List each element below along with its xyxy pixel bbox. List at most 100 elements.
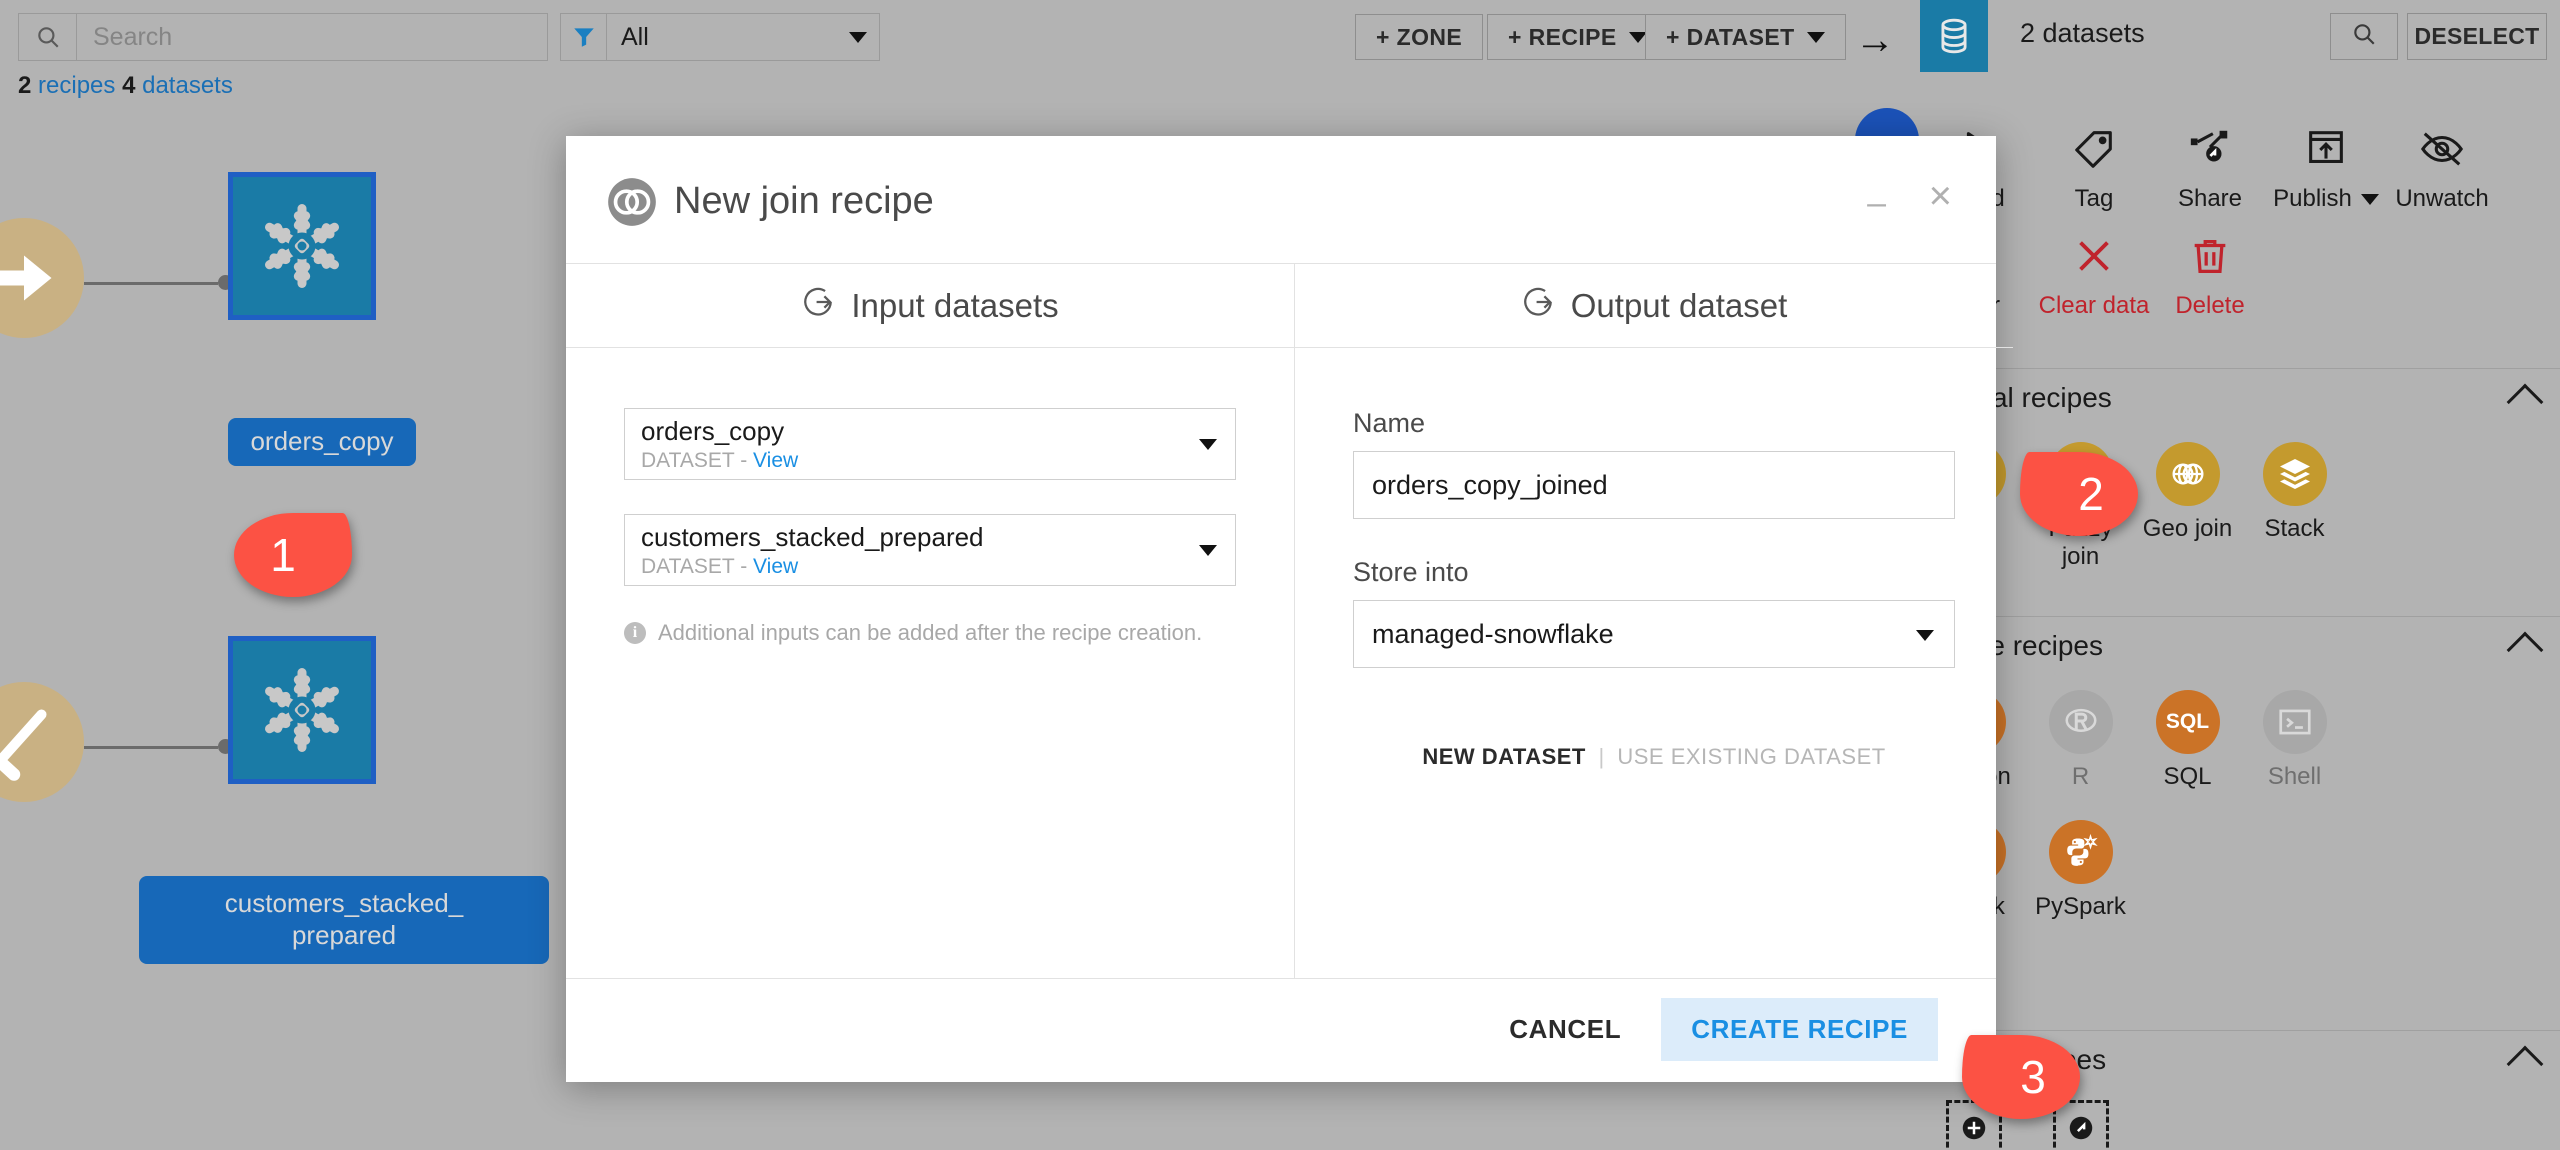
info-icon: i: [624, 622, 646, 644]
modal-footer: CANCEL CREATE RECIPE: [566, 978, 1996, 1080]
datasets-count-label[interactable]: datasets: [142, 72, 233, 99]
arrow-into-circle-icon: [801, 285, 835, 327]
action-label: Tag: [2074, 185, 2114, 212]
filter-box[interactable]: All: [560, 13, 880, 61]
section-header-code-recipes[interactable]: Code recipes: [1920, 616, 2560, 674]
chevron-up-icon[interactable]: [2506, 383, 2544, 421]
action-share[interactable]: Share: [2152, 112, 2268, 219]
output-pane-content: Name Store into managed-snowflake NEW DA…: [1295, 348, 2013, 770]
flow-counts: 2 recipes 4 datasets: [18, 72, 233, 100]
datasets-count: 4: [122, 72, 136, 99]
recipe-node-prepare[interactable]: [0, 682, 84, 802]
step-marker-number: 3: [2020, 1051, 2046, 1103]
arrow-right-icon[interactable]: →: [1855, 20, 1895, 60]
search-icon: [19, 14, 77, 60]
filter-select[interactable]: All: [607, 14, 879, 60]
shell-terminal-icon: [2262, 690, 2327, 754]
recipe-sql[interactable]: SQL SQL: [2134, 680, 2241, 799]
step-marker-number: 2: [2078, 468, 2104, 520]
input-dataset-select-1[interactable]: orders_copy DATASET - View: [624, 408, 1236, 480]
section-header-visual-recipes[interactable]: Visual recipes: [1920, 368, 2560, 426]
output-name-label: Name: [1353, 408, 1426, 438]
deselect-label: DESELECT: [2414, 23, 2540, 49]
database-icon: [1920, 0, 1988, 72]
right-actions-panel: 2 datasets DESELECT Build: [1920, 0, 2560, 1150]
recipe-r[interactable]: R: [2027, 680, 2134, 799]
r-lang-icon: [2048, 690, 2113, 754]
recipe-node-sync[interactable]: [0, 218, 84, 338]
recipe-label: R: [2071, 763, 2090, 790]
filter-value: All: [621, 22, 649, 51]
add-dataset-label: + DATASET: [1666, 23, 1795, 50]
action-tag[interactable]: Tag: [2036, 112, 2152, 219]
cancel-button[interactable]: CANCEL: [1487, 998, 1643, 1061]
create-recipe-button[interactable]: CREATE RECIPE: [1661, 998, 1938, 1061]
action-publish[interactable]: Publish: [2268, 112, 2384, 219]
input-dataset-name: orders_copy: [641, 416, 785, 446]
input-pane-title: Input datasets: [851, 286, 1059, 324]
x-cross-icon: [2071, 233, 2117, 284]
input-dataset-meta: DATASET - View: [641, 555, 1219, 579]
deselect-button[interactable]: DESELECT: [2407, 13, 2547, 60]
chevron-up-icon[interactable]: [2506, 631, 2544, 669]
geo-join-icon: [2155, 442, 2220, 506]
chevron-down-icon[interactable]: [1199, 439, 1217, 450]
dataset-node-customers-stacked-prepared[interactable]: [228, 636, 376, 784]
chevron-up-icon[interactable]: [2506, 1045, 2544, 1083]
chevron-down-icon[interactable]: [1199, 545, 1217, 556]
chevron-down-icon: [1806, 31, 1825, 43]
add-zone-label: + ZONE: [1376, 23, 1463, 50]
recipe-shell[interactable]: Shell: [2241, 680, 2348, 799]
add-recipe-button[interactable]: + RECIPE: [1487, 14, 1668, 60]
dataset-node-label-customers-stacked-prepared[interactable]: customers_stacked_ prepared: [139, 876, 549, 964]
mode-new-dataset[interactable]: NEW DATASET: [1422, 744, 1586, 769]
right-panel-title: 2 datasets: [2020, 18, 2145, 48]
application-root: All 2 recipes 4 datasets + ZONE + RECIPE…: [0, 0, 2560, 1150]
input-dataset-view-link[interactable]: View: [753, 555, 798, 578]
mode-use-existing-dataset[interactable]: USE EXISTING DATASET: [1617, 744, 1885, 769]
modal-body: Input datasets orders_copy DATASET - Vie…: [566, 264, 2013, 978]
output-pane-header: Output dataset: [1295, 264, 2013, 348]
pyspark-icon: [2048, 820, 2113, 884]
chevron-down-icon[interactable]: [1916, 630, 1934, 641]
panel-search-button[interactable]: [2330, 13, 2398, 60]
output-store-label: Store into: [1353, 557, 1469, 587]
minimize-icon[interactable]: –: [1867, 186, 1886, 220]
add-zone-button[interactable]: + ZONE: [1355, 14, 1484, 60]
code-recipes-grid-row2: Spark PySpark: [1920, 810, 2560, 929]
input-pane-hint: i Additional inputs can be added after t…: [624, 620, 1236, 646]
recipes-count: 2: [18, 72, 32, 99]
input-pane-hint-text: Additional inputs can be added after the…: [658, 620, 1203, 645]
search-input[interactable]: [77, 14, 547, 60]
arrow-into-circle-icon: [1521, 285, 1555, 327]
recipe-geo-join[interactable]: Geo join: [2134, 432, 2241, 578]
add-dataset-button[interactable]: + DATASET: [1645, 14, 1846, 60]
input-dataset-kind: DATASET: [641, 555, 735, 579]
dataset-node-orders-copy[interactable]: [228, 172, 376, 320]
recipe-stack[interactable]: Stack: [2241, 432, 2348, 578]
stack-layers-icon: [2262, 442, 2327, 506]
meta-separator: -: [740, 449, 748, 473]
action-clear-data[interactable]: Clear data: [2036, 219, 2152, 326]
input-datasets-pane: Input datasets orders_copy DATASET - Vie…: [566, 264, 1294, 978]
flow-toolbar: All 2 recipes 4 datasets + ZONE + RECIPE…: [0, 0, 1895, 99]
input-dataset-view-link[interactable]: View: [753, 449, 798, 472]
output-pane-title: Output dataset: [1570, 286, 1788, 324]
action-unwatch[interactable]: Unwatch: [2384, 112, 2500, 219]
node-label-text: customers_stacked_ prepared: [224, 888, 464, 950]
input-dataset-select-2[interactable]: customers_stacked_prepared DATASET - Vie…: [624, 514, 1236, 586]
output-name-input[interactable]: [1353, 451, 1955, 519]
close-icon[interactable]: ×: [1929, 176, 1952, 216]
dataset-node-label-orders-copy[interactable]: orders_copy: [228, 418, 416, 466]
snowflake-icon: [233, 177, 371, 315]
join-venn-icon: [606, 176, 658, 228]
output-store-select[interactable]: managed-snowflake: [1353, 600, 1955, 668]
step-marker-2: 2: [2020, 452, 2138, 536]
input-pane-header: Input datasets: [566, 264, 1294, 348]
recipes-count-label[interactable]: recipes: [38, 72, 115, 99]
action-label: Delete: [2175, 292, 2245, 319]
search-box[interactable]: [18, 13, 548, 61]
action-delete[interactable]: Delete: [2152, 219, 2268, 326]
recipe-pyspark[interactable]: PySpark: [2027, 810, 2134, 929]
output-store-value: managed-snowflake: [1372, 618, 1614, 649]
